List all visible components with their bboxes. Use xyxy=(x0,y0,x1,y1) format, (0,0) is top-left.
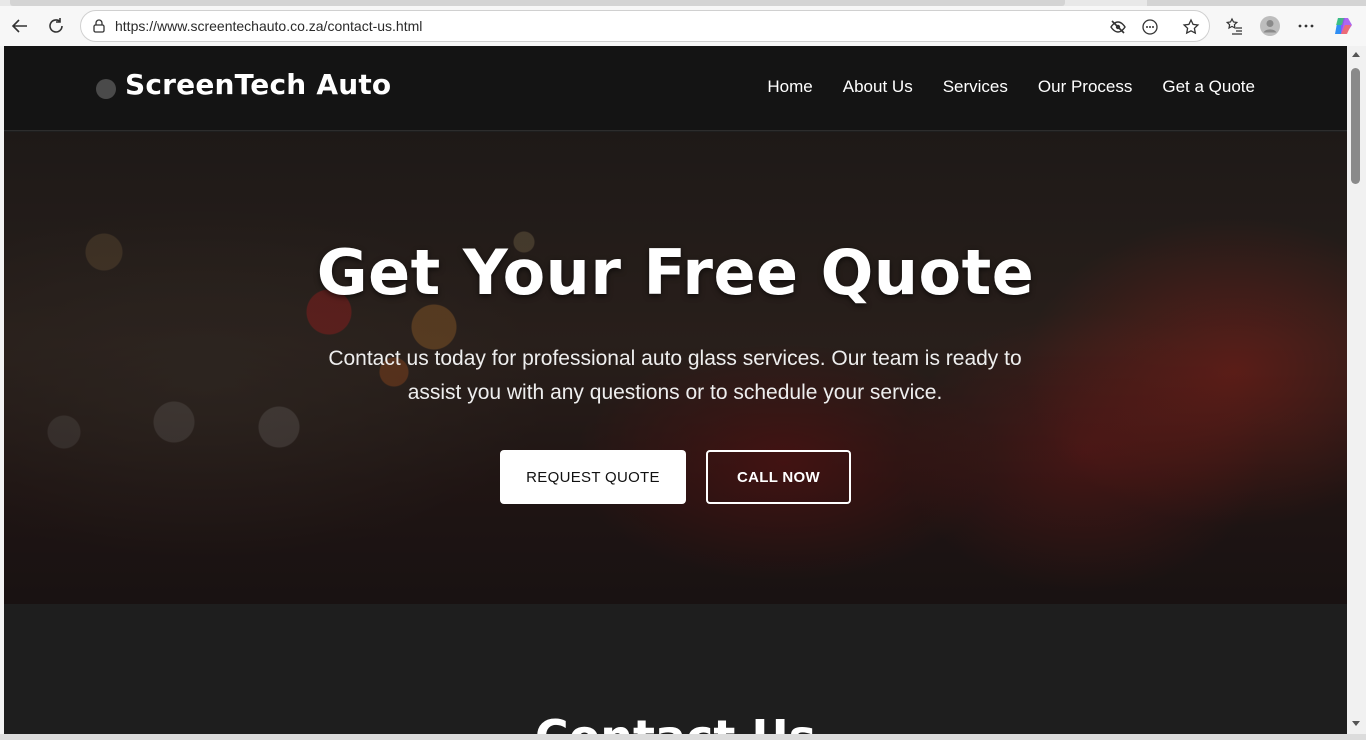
window-bottom-edge xyxy=(0,734,1366,740)
hero-subtitle: Contact us today for professional auto g… xyxy=(328,347,1022,404)
web-page: ScreenTech Auto Home About Us Services O… xyxy=(4,46,1347,734)
scrollbar-thumb[interactable] xyxy=(1351,68,1360,184)
site-navbar: ScreenTech Auto Home About Us Services O… xyxy=(4,46,1347,131)
copilot-button[interactable] xyxy=(1329,12,1357,40)
nav-services[interactable]: Services xyxy=(943,77,1008,97)
nav-our-process[interactable]: Our Process xyxy=(1038,77,1132,97)
browser-toolbar: https://www.screentechauto.co.za/contact… xyxy=(0,6,1366,46)
lock-icon[interactable] xyxy=(91,18,107,34)
back-button[interactable] xyxy=(6,12,34,40)
copilot-icon xyxy=(1335,18,1352,34)
scroll-down-arrow-icon[interactable] xyxy=(1352,721,1360,726)
nav-get-a-quote[interactable]: Get a Quote xyxy=(1162,77,1255,97)
back-arrow-icon xyxy=(11,19,27,33)
address-bar[interactable]: https://www.screentechauto.co.za/contact… xyxy=(80,10,1210,42)
logo-icon xyxy=(96,79,116,99)
settings-menu-button[interactable] xyxy=(1292,12,1320,40)
url-text[interactable]: https://www.screentechauto.co.za/contact… xyxy=(115,11,422,41)
refresh-icon xyxy=(49,18,63,33)
hero-title: Get Your Free Quote xyxy=(316,236,1035,309)
favorites-button[interactable] xyxy=(1220,12,1248,40)
favorites-list-icon xyxy=(1225,17,1242,35)
avatar-icon xyxy=(1260,16,1280,36)
request-quote-button[interactable]: REQUEST QUOTE xyxy=(500,450,686,504)
main-nav: Home About Us Services Our Process Get a… xyxy=(767,77,1255,97)
profile-button[interactable] xyxy=(1256,12,1284,40)
tracking-prevention-icon[interactable] xyxy=(1108,17,1128,37)
hero-section: Get Your Free Quote Contact us today for… xyxy=(4,132,1347,604)
site-logo[interactable]: ScreenTech Auto xyxy=(125,68,391,101)
nav-home[interactable]: Home xyxy=(767,77,812,97)
scroll-up-arrow-icon[interactable] xyxy=(1352,52,1360,57)
more-options-circle-icon[interactable] xyxy=(1140,17,1160,37)
ellipsis-icon xyxy=(1298,24,1314,28)
favorite-star-icon[interactable] xyxy=(1181,17,1201,37)
call-now-button[interactable]: CALL NOW xyxy=(706,450,851,504)
page-scrollbar[interactable] xyxy=(1347,46,1366,734)
nav-about-us[interactable]: About Us xyxy=(843,77,913,97)
refresh-button[interactable] xyxy=(42,12,70,40)
contact-heading: Contact Us xyxy=(4,710,1347,734)
